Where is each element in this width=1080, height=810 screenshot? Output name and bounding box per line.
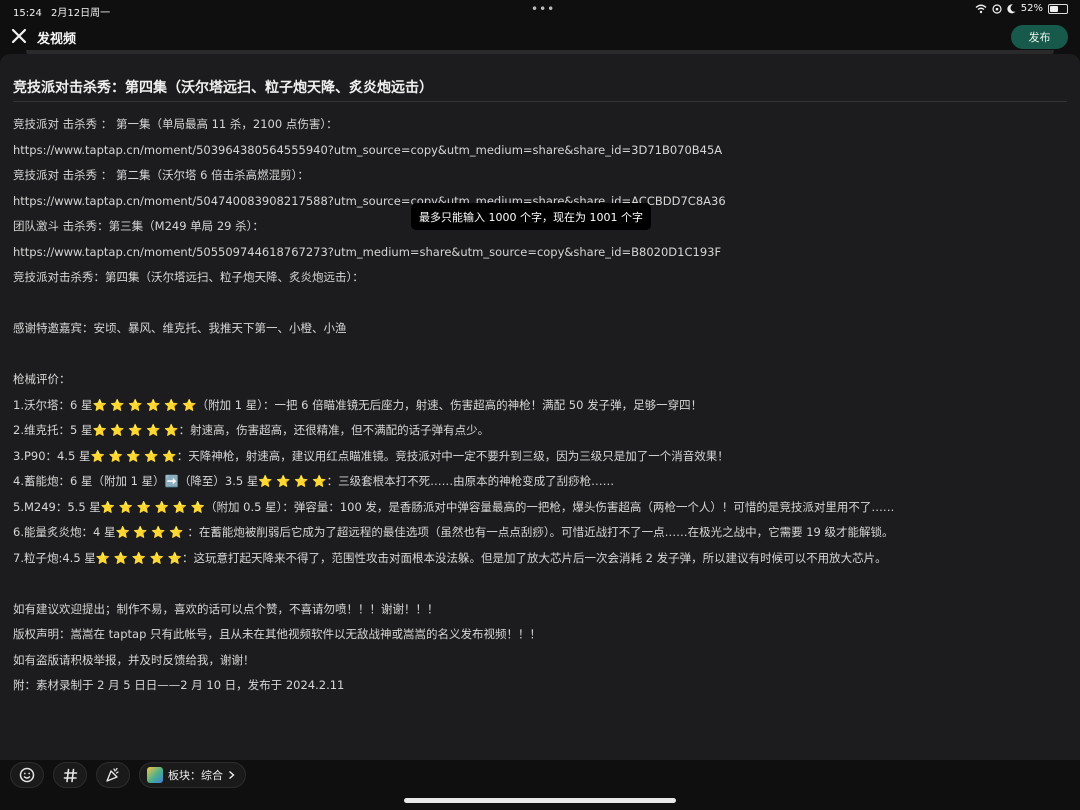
body-line: 1.沃尔塔：6 星⭐ ⭐ ⭐ ⭐ ⭐ ⭐（附加 1 星）：一把 6 倍瞄准镜无后…	[13, 397, 703, 412]
body-line: 感谢特邀嘉宾：安顷、暴风、维克托、我推天下第一、小橙、小渔	[13, 321, 347, 335]
hashtag-icon	[63, 768, 77, 782]
body-line: 6.能量炙炎炮：4 星⭐ ⭐ ⭐ ⭐ ：在蓄能炮被削弱后它成为了超远程的最佳选项…	[13, 525, 894, 539]
body-line: 竞技派对 击杀秀 ： 第一集（单局最高 11 杀，2100 点伤害）：	[13, 117, 338, 131]
moon-icon	[1007, 3, 1016, 13]
body-line: 4.蓄能炮：6 星（附加 1 星）➡️（降至）3.5 星⭐ ⭐ ⭐ ⭐：三级套根…	[13, 474, 615, 488]
body-line: 枪械评价：	[13, 372, 71, 386]
close-icon[interactable]	[10, 27, 28, 45]
wifi-icon	[975, 4, 987, 13]
top-bar: 发视频 发布	[0, 22, 1080, 52]
body-line: https://www.taptap.cn/moment/50550974461…	[13, 244, 722, 259]
multitask-dots-icon[interactable]: •••	[531, 2, 555, 16]
post-title-input[interactable]: 竞技派对击杀秀：第四集（沃尔塔远扫、粒子炮天降、炙炎炮远击）	[13, 77, 433, 97]
battery-level	[1050, 5, 1059, 12]
body-line: 版权声明：嵩嵩在 taptap 只有此帐号，且从未在其他视频软件以无敌战神或嵩嵩…	[13, 627, 542, 641]
emoji-button[interactable]	[10, 762, 44, 788]
word-limit-toast: 最多只能输入 1000 个字，现在为 1001 个字	[411, 203, 651, 230]
category-selector[interactable]: 板块：综合	[139, 762, 246, 788]
party-icon	[106, 767, 119, 782]
body-line	[13, 295, 1073, 321]
divider	[13, 101, 1067, 102]
body-line: 2.维克托：5 星⭐ ⭐ ⭐ ⭐ ⭐：射速高，伤害超高，还很精准，但不满配的话子…	[13, 423, 490, 437]
body-line: 5.M249：5.5 星⭐ ⭐ ⭐ ⭐ ⭐ ⭐（附加 0.5 星）：弹容量：10…	[13, 499, 895, 514]
body-line: 如有盗版请积极举报，并及时反馈给我，谢谢！	[13, 652, 255, 667]
category-icon	[147, 767, 163, 783]
body-line: 7.粒子炮:4.5 星⭐ ⭐ ⭐ ⭐ ⭐：这玩意打起天降来不得了，范围性攻击对面…	[13, 550, 887, 565]
page-title: 发视频	[37, 32, 77, 47]
category-label: 板块：综合	[168, 769, 223, 782]
home-indicator[interactable]	[404, 798, 676, 803]
status-bar: 15:24 2月12日周一 ••• 52%	[0, 0, 1080, 20]
chevron-right-icon	[229, 770, 235, 780]
hashtag-button[interactable]	[53, 762, 87, 788]
body-line: 竞技派对 击杀秀 ： 第二集（沃尔塔 6 倍击杀高燃混剪）：	[13, 168, 309, 182]
body-line	[13, 575, 1073, 601]
status-date: 2月12日周一	[51, 8, 111, 19]
status-time: 15:24	[13, 8, 42, 19]
publish-button[interactable]: 发布	[1011, 25, 1068, 49]
body-line: 3.P90：4.5 星⭐ ⭐ ⭐ ⭐ ⭐：天降神枪，射速高，建议用红点瞄准镜。竞…	[13, 448, 729, 463]
body-line: https://www.taptap.cn/moment/50396438056…	[13, 142, 723, 157]
bottom-toolbar: 板块：综合	[10, 762, 246, 788]
body-line: 竞技派对击杀秀：第四集（沃尔塔远扫、粒子炮天降、炙炎炮远击）：	[13, 270, 364, 284]
emoji-icon	[19, 767, 35, 783]
battery-icon	[1048, 3, 1068, 14]
activity-button[interactable]	[96, 762, 130, 788]
body-line: 如有建议欢迎提出；制作不易，喜欢的话可以点个赞，不喜请勿喷！！！谢谢！！！	[13, 601, 439, 616]
orientation-lock-icon	[992, 3, 1002, 14]
battery-percent: 52%	[1020, 3, 1043, 14]
body-line: 附：素材录制于 2 月 5 日日——2 月 10 日，发布于 2024.2.11	[13, 678, 345, 692]
body-line	[13, 346, 1073, 372]
